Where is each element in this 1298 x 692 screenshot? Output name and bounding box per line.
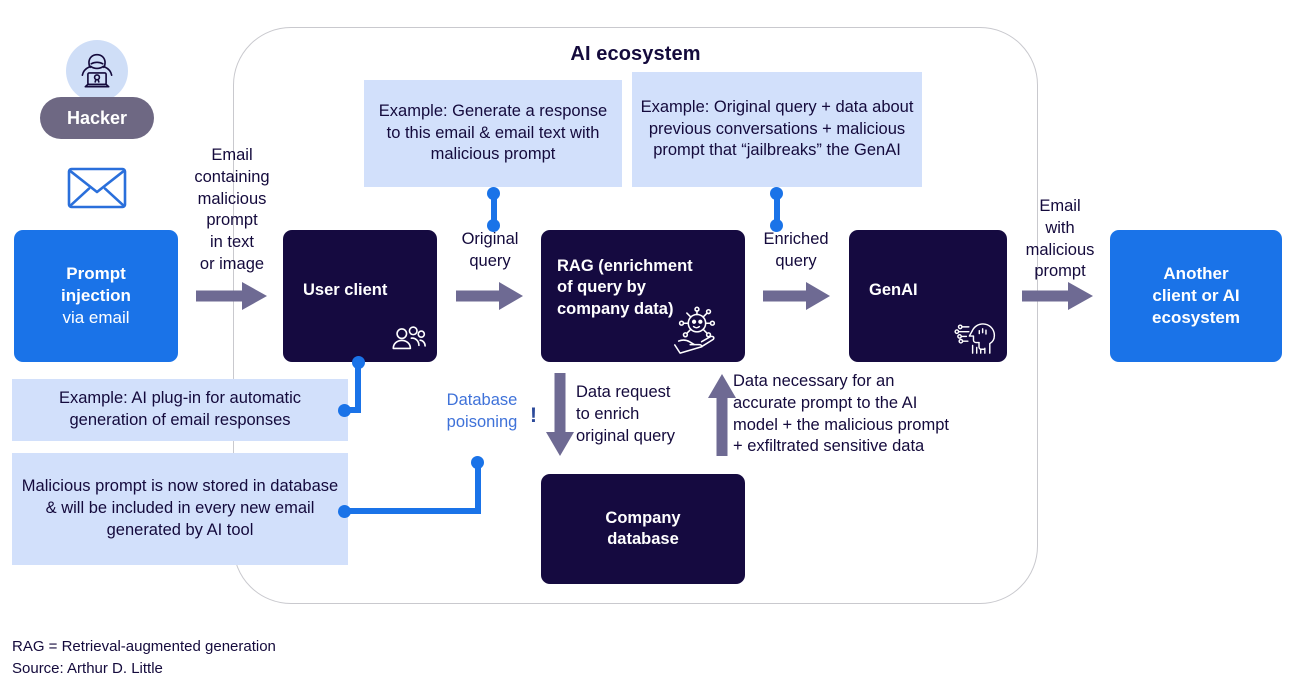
- label-original-query: Original query: [461, 230, 519, 270]
- label-database-poisoning: Database poisoning: [446, 391, 518, 431]
- hacker-hoodie-laptop-icon: [74, 48, 120, 94]
- company-database-line2: database: [607, 530, 679, 549]
- rag-line2: of query by: [557, 278, 646, 297]
- prompt-injection-line3: via email: [62, 307, 130, 327]
- connector-dot-callout-generate-top: [487, 187, 500, 200]
- callout-example-plugin: Example: AI plug-in for automatic genera…: [12, 379, 348, 441]
- connector-line-stored-vertical: [475, 462, 481, 512]
- footnotes: RAG = Retrieval-augmented generation Sou…: [12, 636, 276, 680]
- label-email-with-malicious-prompt: Email with malicious prompt: [1025, 197, 1095, 281]
- ai-ecosystem-title: AI ecosystem: [570, 43, 701, 65]
- company-database-label: Company database: [541, 508, 745, 551]
- node-company-database[interactable]: Company database: [541, 474, 745, 584]
- arrow-rag-to-genai: [763, 281, 831, 316]
- connector-dot-database-poisoning: [471, 456, 484, 469]
- connector-line-stored-horizontal: [344, 508, 481, 514]
- hacker-label-pill: Hacker: [40, 97, 154, 139]
- label-data-necessary-for-prompt: Data necessary for an accurate prompt to…: [733, 372, 949, 456]
- users-group-icon: [389, 322, 427, 352]
- callout-malicious-prompt-stored: Malicious prompt is now stored in databa…: [12, 453, 348, 565]
- arrow-data-request-down: [545, 373, 575, 462]
- prompt-injection-line2: injection: [61, 286, 131, 306]
- connector-dot-callout-original-query-bottom: [770, 219, 783, 232]
- arrow-injection-to-userclient: [196, 281, 268, 316]
- footnote-source: Source: Arthur D. Little: [12, 659, 163, 677]
- another-client-line1: Another: [1163, 264, 1229, 284]
- node-prompt-injection[interactable]: Prompt injection via email: [14, 230, 178, 362]
- connector-line-user-client-vertical: [355, 362, 361, 410]
- ai-network-in-hand-icon: [665, 302, 727, 356]
- footnote-rag-definition: RAG = Retrieval-augmented generation: [12, 638, 276, 655]
- prompt-injection-line1: Prompt: [66, 264, 126, 284]
- genai-label: GenAI: [869, 281, 918, 299]
- another-client-line3: ecosystem: [1152, 307, 1240, 327]
- company-database-line1: Company: [605, 509, 681, 527]
- ai-head-circuit-icon: [953, 314, 997, 356]
- envelope-icon: [67, 166, 127, 215]
- diagram-canvas: AI ecosystem Hacker Prompt injection via…: [0, 0, 1298, 692]
- arrow-genai-to-another-client: [1022, 281, 1094, 316]
- node-user-client[interactable]: User client: [283, 230, 437, 362]
- connector-dot-callout-original-query-top: [770, 187, 783, 200]
- node-rag[interactable]: RAG (enrichment of query by company data…: [541, 230, 745, 362]
- callout-example-generate: Example: Generate a response to this ema…: [364, 80, 622, 187]
- label-enriched-query: Enriched query: [763, 230, 829, 270]
- connector-dot-callout-plugin-right: [338, 404, 351, 417]
- user-client-label: User client: [303, 281, 388, 299]
- callout-example-original-query: Example: Original query + data about pre…: [632, 72, 922, 187]
- connector-dot-callout-generate-bottom: [487, 219, 500, 232]
- rag-line1: RAG (enrichment: [557, 257, 693, 275]
- rag-line3: company data): [557, 299, 674, 318]
- node-another-client[interactable]: Another client or AI ecosystem: [1110, 230, 1282, 362]
- arrow-userclient-to-rag: [456, 281, 524, 316]
- label-data-request-to-enrich: Data request to enrich original query: [576, 383, 676, 445]
- label-email-containing-malicious: Email containing malicious prompt in tex…: [194, 146, 270, 273]
- node-genai[interactable]: GenAI: [849, 230, 1007, 362]
- another-client-line2: client or AI: [1152, 286, 1240, 306]
- label-database-poisoning-exclamation: !: [530, 404, 537, 427]
- hacker-label: Hacker: [66, 107, 128, 128]
